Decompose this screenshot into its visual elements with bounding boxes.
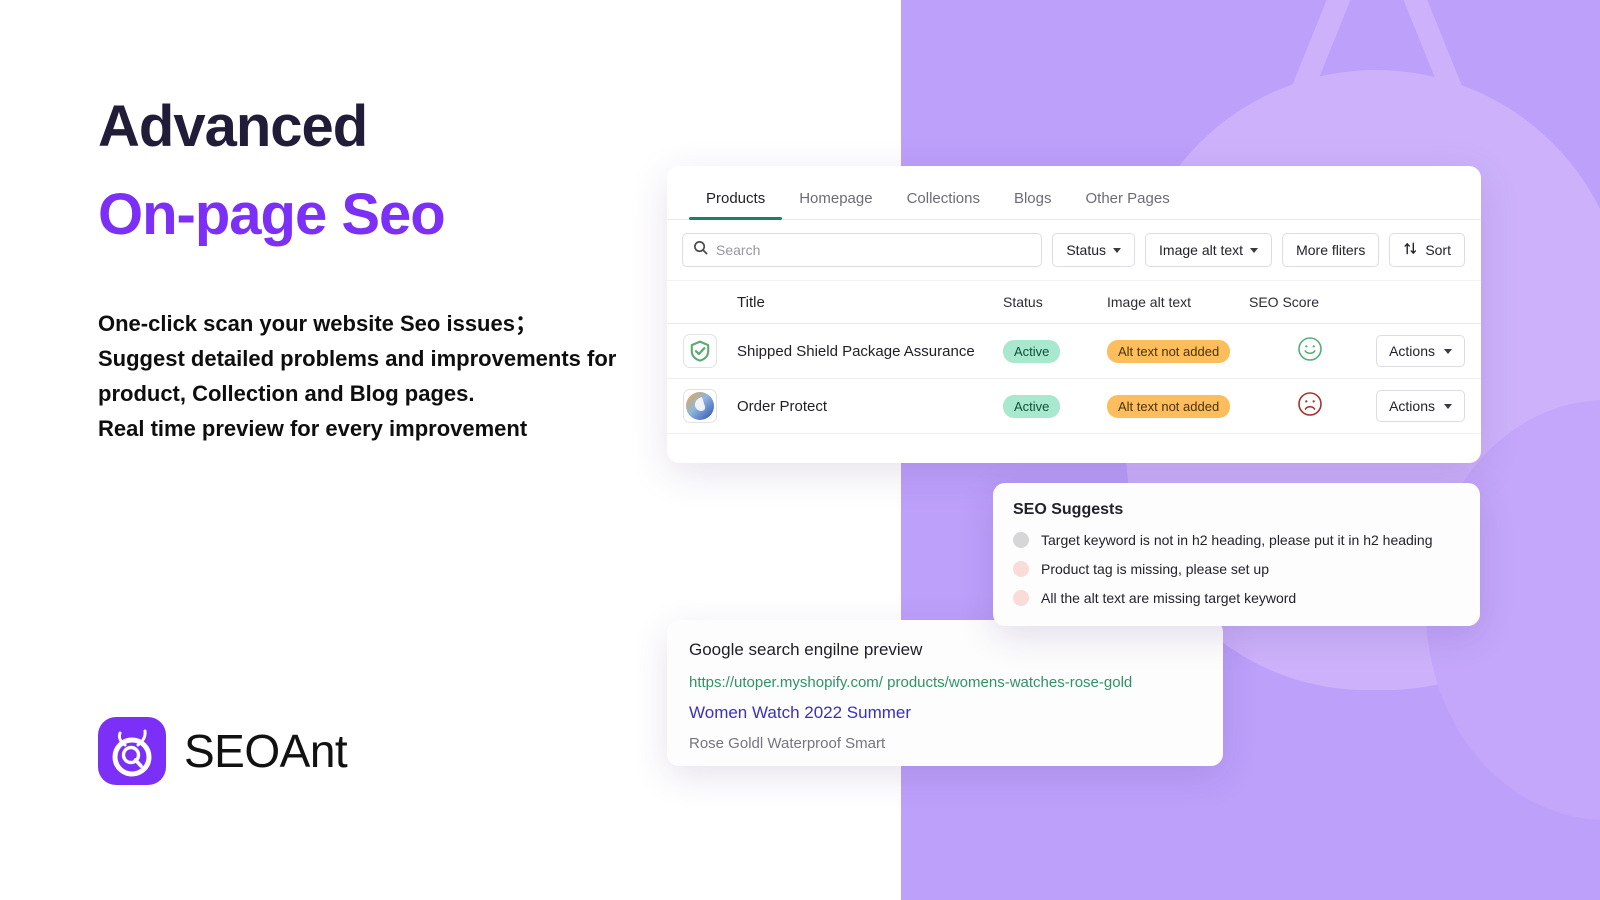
column-header-seo-score: SEO Score <box>1249 294 1320 310</box>
alt-text-badge: Alt text not added <box>1107 339 1231 363</box>
brand-name: SEOAnt <box>184 725 348 777</box>
row-title: Order Protect <box>737 397 828 415</box>
google-preview-link[interactable]: Women Watch 2022 Summer <box>689 703 1223 723</box>
search-icon <box>693 240 708 260</box>
sad-face-icon <box>1297 391 1323 422</box>
tab-products[interactable]: Products <box>689 190 783 220</box>
seo-suggest-text: Product tag is missing, please set up <box>1041 561 1270 577</box>
tab-collections[interactable]: Collections <box>890 190 997 219</box>
tab-blogs[interactable]: Blogs <box>997 190 1069 219</box>
list-item: Target keyword is not in h2 heading, ple… <box>1013 532 1460 548</box>
actions-label: Actions <box>1389 343 1435 359</box>
seo-suggests-panel: SEO Suggests Target keyword is not in h2… <box>993 483 1480 626</box>
hero-subtitle: One-click scan your website Seo issues；S… <box>98 311 617 441</box>
hero-title-line-2: On-page Seo <box>98 182 446 247</box>
alt-text-badge: Alt text not added <box>1107 394 1231 418</box>
list-item: All the alt text are missing target keyw… <box>1013 590 1460 606</box>
filter-image-alt-text-button[interactable]: Image alt text <box>1145 233 1273 267</box>
sort-button[interactable]: Sort <box>1389 233 1465 267</box>
chevron-down-icon <box>1250 247 1259 253</box>
filter-toolbar: Search Status Image alt text More fliter… <box>667 220 1481 280</box>
seo-suggest-text: Target keyword is not in h2 heading, ple… <box>1041 532 1433 548</box>
product-table-panel: Products Homepage Collections Blogs Othe… <box>667 166 1481 463</box>
sort-arrows-icon <box>1403 241 1418 259</box>
row-status: Active <box>1003 339 1107 363</box>
sort-label: Sort <box>1425 242 1451 258</box>
filter-status-button[interactable]: Status <box>1052 233 1136 267</box>
hero-section: Advanced On-page Seo One-click scan your… <box>98 98 658 446</box>
status-badge: Active <box>1003 394 1061 418</box>
google-preview-panel: Google search engilne preview https://ut… <box>667 620 1223 766</box>
status-dot-icon <box>1013 532 1029 548</box>
hero-title-line-1: Advanced <box>98 94 368 159</box>
row-thumbnail <box>683 334 737 368</box>
table-header-row: Title Status Image alt text SEO Score <box>667 280 1481 324</box>
status-badge: Active <box>1003 339 1061 363</box>
row-alt-text: Alt text not added <box>1107 394 1249 418</box>
table-row[interactable]: Shipped Shield Package Assurance Active … <box>667 324 1481 379</box>
filter-image-alt-text-label: Image alt text <box>1159 242 1244 258</box>
search-input[interactable]: Search <box>682 233 1043 267</box>
tab-bar: Products Homepage Collections Blogs Othe… <box>667 166 1481 220</box>
actions-button[interactable]: Actions <box>1376 335 1465 367</box>
status-dot-icon <box>1013 561 1029 577</box>
more-filters-button[interactable]: More fliters <box>1282 233 1380 267</box>
column-header-title: Title <box>737 293 765 311</box>
row-thumbnail <box>683 389 737 423</box>
row-title: Shipped Shield Package Assurance <box>737 342 975 360</box>
filter-status-label: Status <box>1066 242 1107 258</box>
chevron-down-icon <box>1113 247 1122 253</box>
search-placeholder: Search <box>716 242 761 258</box>
green-shield-check-icon <box>683 334 717 368</box>
actions-button[interactable]: Actions <box>1376 390 1465 422</box>
table-row[interactable]: Order Protect Active Alt text not added … <box>667 379 1481 434</box>
brand-logo: SEOAnt <box>98 717 348 785</box>
actions-label: Actions <box>1389 398 1435 414</box>
chevron-down-icon <box>1444 348 1452 354</box>
page-title: Advanced On-page Seo <box>98 98 658 244</box>
column-header-status: Status <box>1003 294 1043 310</box>
tab-other-pages[interactable]: Other Pages <box>1069 190 1187 219</box>
chevron-down-icon <box>1444 403 1452 409</box>
seo-suggests-title: SEO Suggests <box>1013 501 1124 518</box>
list-item: Product tag is missing, please set up <box>1013 561 1460 577</box>
google-preview-url: https://utoper.myshopify.com/ products/w… <box>689 674 1133 691</box>
row-seo-score <box>1249 336 1371 367</box>
more-filters-label: More fliters <box>1296 242 1366 258</box>
google-preview-description: Rose Goldl Waterproof Smart <box>689 735 886 752</box>
google-preview-title: Google search engilne preview <box>689 640 923 659</box>
seo-suggest-text: All the alt text are missing target keyw… <box>1041 590 1297 606</box>
tab-homepage[interactable]: Homepage <box>782 190 889 219</box>
row-alt-text: Alt text not added <box>1107 339 1249 363</box>
happy-face-icon <box>1297 336 1323 367</box>
seoant-ant-magnifier-icon <box>98 717 166 785</box>
column-header-alt-text: Image alt text <box>1107 294 1192 310</box>
row-seo-score <box>1249 391 1371 422</box>
status-dot-icon <box>1013 590 1029 606</box>
row-status: Active <box>1003 394 1107 418</box>
row-actions: Actions <box>1371 390 1465 422</box>
row-actions: Actions <box>1371 335 1465 367</box>
blue-orange-swirl-icon <box>683 389 717 423</box>
